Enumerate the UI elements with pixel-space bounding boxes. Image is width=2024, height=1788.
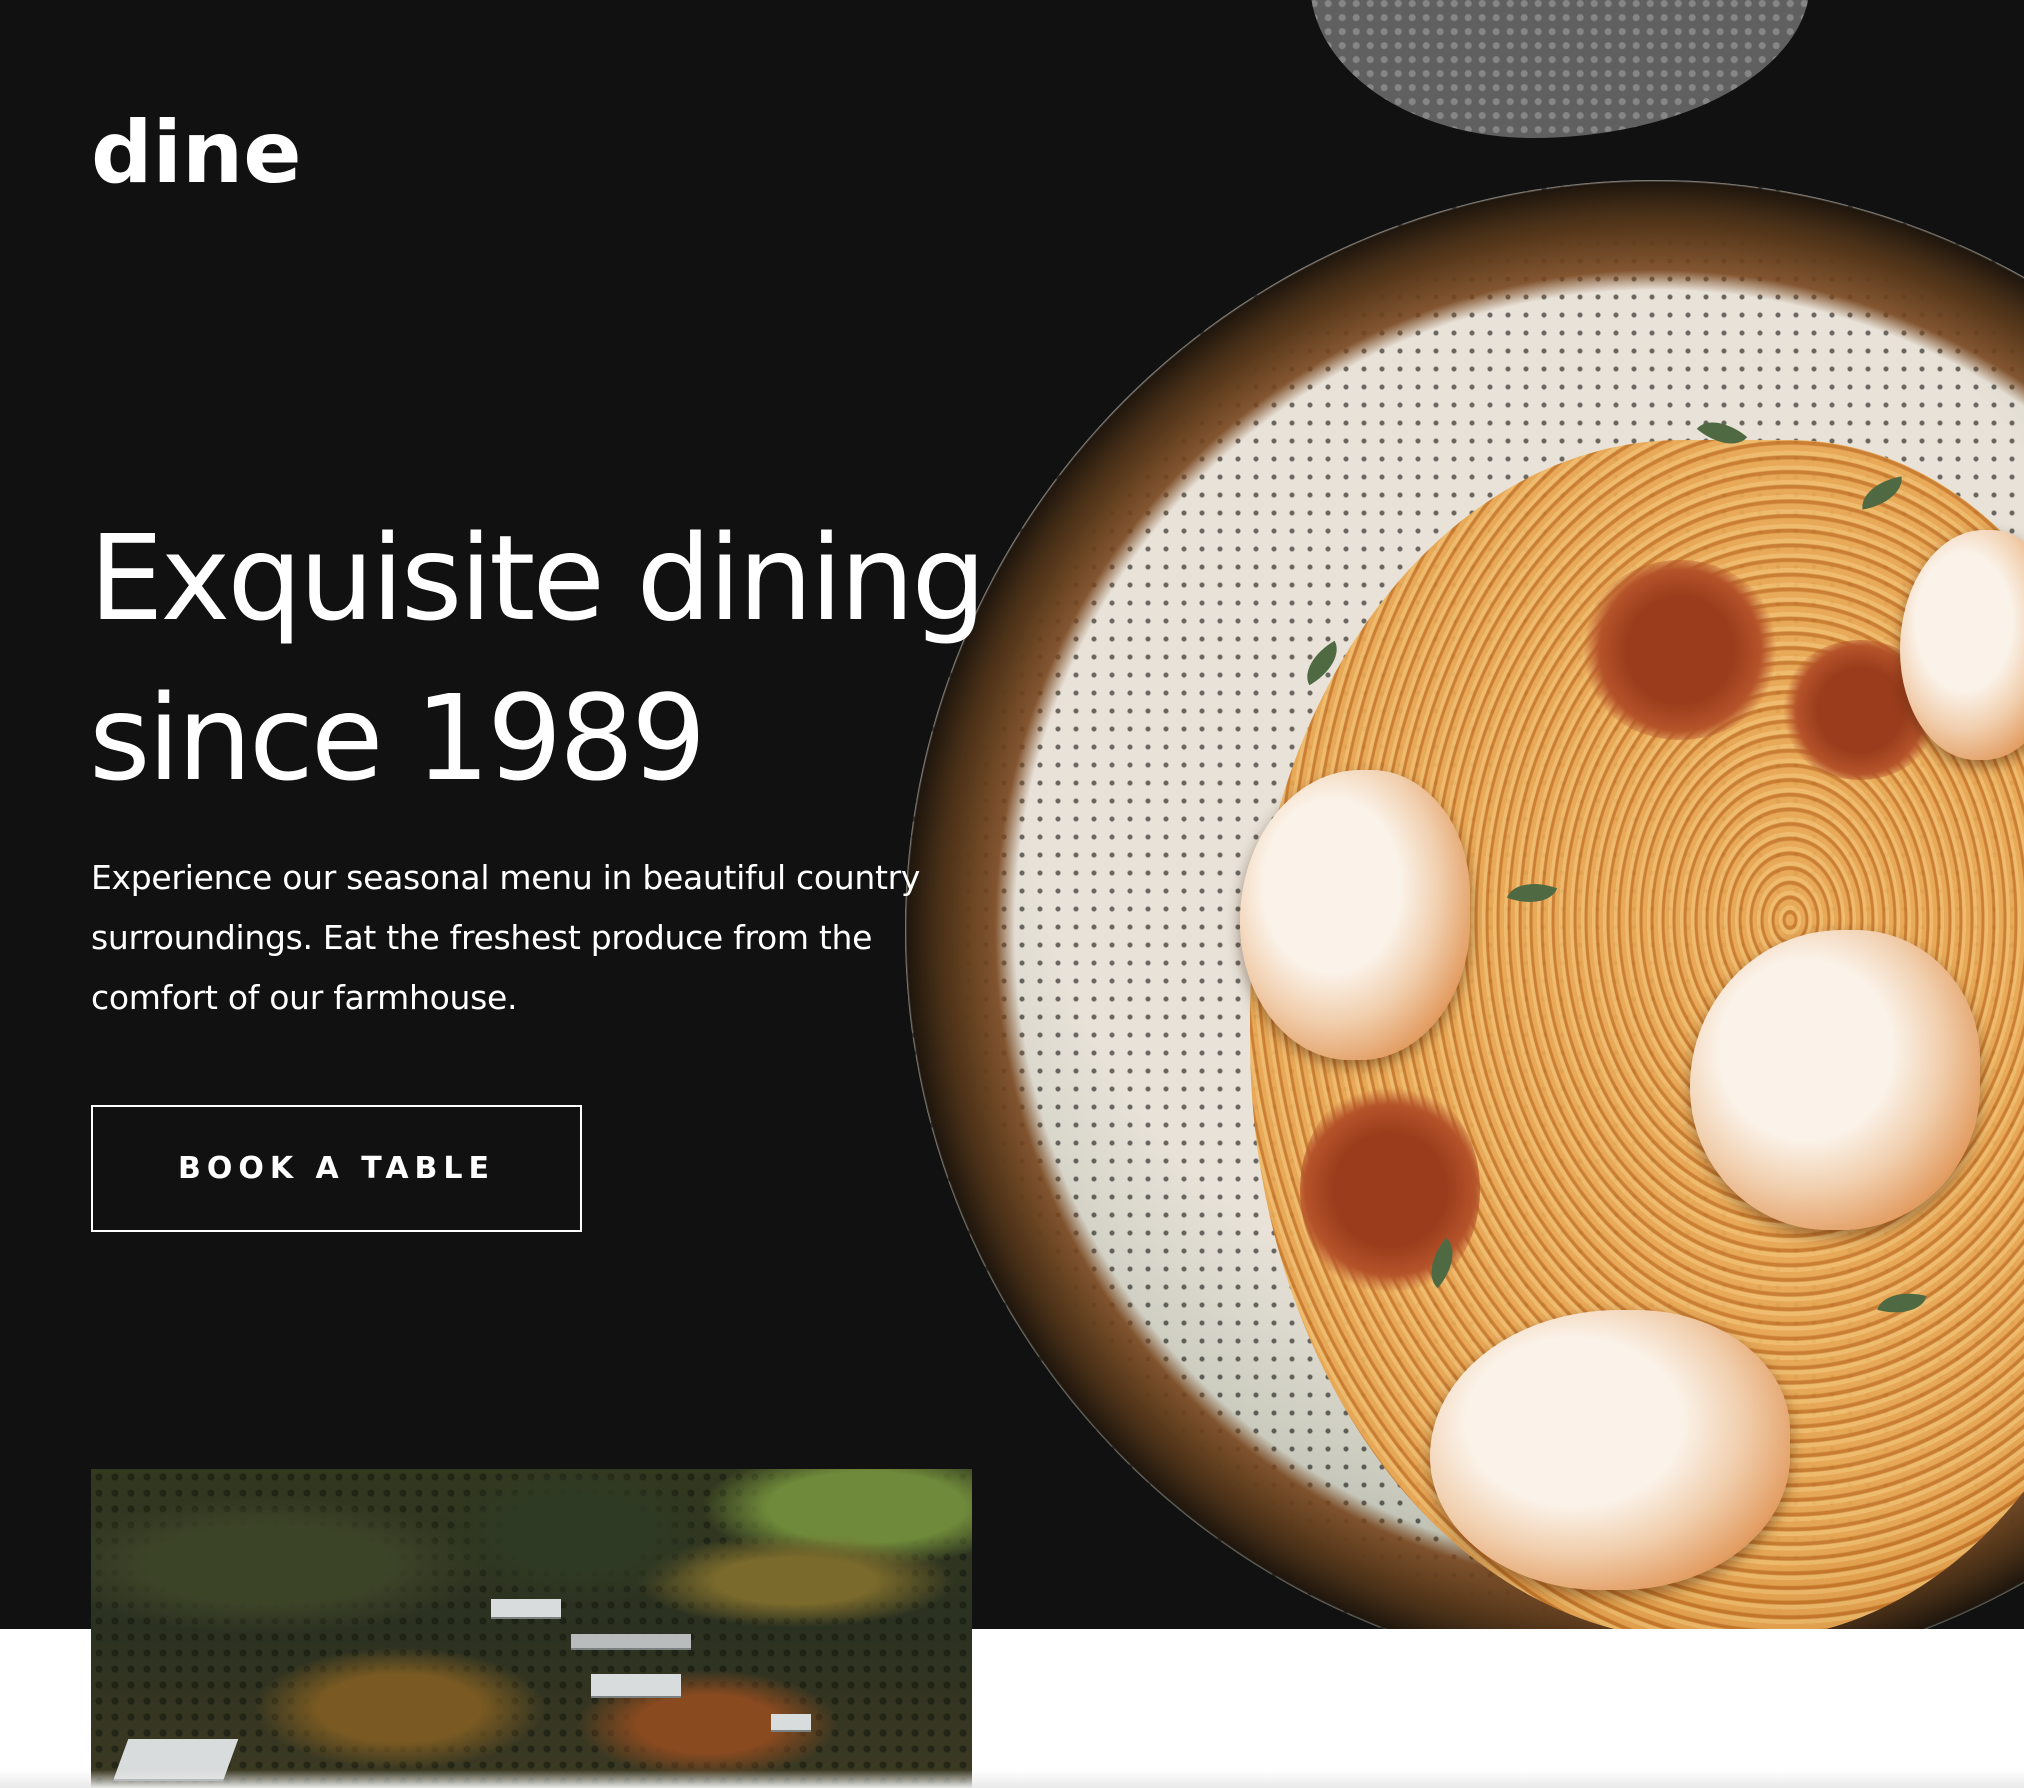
shrimp-detail (1240, 770, 1470, 1060)
decorative-pattern-shape (1310, 0, 1810, 138)
farmhouse-roof (591, 1674, 681, 1696)
book-a-table-button[interactable]: BOOK A TABLE (91, 1105, 582, 1232)
sauce-detail (1300, 1080, 1480, 1300)
farmhouse-roof (771, 1714, 811, 1730)
headline-line-1: Exquisite dining (89, 509, 986, 647)
hero-headline: Exquisite dining since 1989 (89, 498, 1189, 818)
page-bottom-edge (0, 1770, 2024, 1788)
hero-section: dine Exquisite dining since 1989 Experie… (0, 0, 2024, 1629)
sauce-detail (1580, 560, 1780, 740)
headline-line-2: since 1989 (89, 669, 706, 807)
farmhouse-roof (571, 1634, 691, 1648)
site-logo[interactable]: dine (91, 110, 302, 196)
farmhouse-roof (491, 1599, 561, 1617)
hero-intro-text: Experience our seasonal menu in beautifu… (91, 858, 921, 1017)
farmhouse-landscape-image (91, 1469, 972, 1788)
